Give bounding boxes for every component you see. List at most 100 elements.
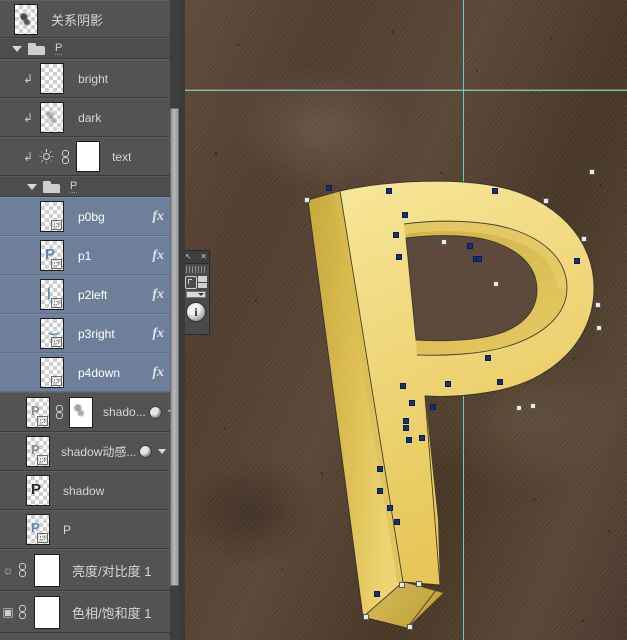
- mini-panel-tools[interactable]: [183, 274, 209, 289]
- layer-row[interactable]: ↲ text: [0, 137, 185, 176]
- layer-row[interactable]: P shadow: [0, 471, 185, 510]
- layer-name[interactable]: shado...: [103, 405, 146, 419]
- path-anchor[interactable]: [441, 239, 447, 245]
- group-name[interactable]: P: [70, 180, 77, 193]
- fx-badge[interactable]: fx: [152, 365, 164, 381]
- layer-name[interactable]: p1: [78, 249, 91, 263]
- path-anchor[interactable]: [377, 466, 383, 472]
- disclosure-triangle-icon[interactable]: [12, 46, 22, 52]
- layer-row[interactable]: P P: [0, 510, 185, 549]
- path-anchor[interactable]: [402, 212, 408, 218]
- layer-row[interactable]: | p2left fx: [0, 275, 185, 314]
- layer-row[interactable]: ☼ 亮度/对比度 1: [0, 549, 185, 591]
- layer-mask-thumbnail[interactable]: [76, 141, 100, 172]
- path-anchor[interactable]: [407, 624, 413, 630]
- layer-thumbnail[interactable]: [40, 357, 64, 388]
- layer-row[interactable]: P shadow动感...: [0, 432, 185, 471]
- layer-mask-thumbnail[interactable]: [34, 596, 60, 629]
- layer-name[interactable]: text: [112, 150, 131, 164]
- layer-name[interactable]: p4down: [78, 366, 120, 380]
- layer-name[interactable]: bright: [78, 72, 108, 86]
- path-anchor[interactable]: [476, 256, 482, 262]
- layer-name[interactable]: p2left: [78, 288, 107, 302]
- layer-row[interactable]: p4down fx: [0, 353, 185, 392]
- path-anchor[interactable]: [485, 355, 491, 361]
- path-anchor[interactable]: [497, 379, 503, 385]
- layer-thumbnail[interactable]: ‿: [40, 318, 64, 349]
- fx-badge[interactable]: fx: [152, 287, 164, 303]
- layer-name[interactable]: p3right: [78, 327, 115, 341]
- path-anchor[interactable]: [386, 188, 392, 194]
- info-icon[interactable]: i: [186, 302, 206, 322]
- layer-name[interactable]: p0bg: [78, 210, 105, 224]
- path-anchor[interactable]: [543, 198, 549, 204]
- layer-thumbnail[interactable]: [14, 4, 38, 35]
- path-anchor[interactable]: [393, 232, 399, 238]
- path-anchor[interactable]: [574, 258, 580, 264]
- layer-name[interactable]: shadow: [63, 484, 104, 498]
- layer-thumbnail[interactable]: [40, 63, 64, 94]
- path-anchor[interactable]: [403, 425, 409, 431]
- 3d-cube-icon[interactable]: [185, 276, 197, 289]
- layer-name[interactable]: 亮度/对比度 1: [72, 561, 151, 580]
- layer-row[interactable]: ↲ bright: [0, 59, 185, 98]
- preset-dropdown[interactable]: [186, 291, 206, 298]
- floating-mini-panel[interactable]: ↖ ✕ i: [182, 250, 210, 335]
- layers-scrollbar-thumb[interactable]: [170, 108, 179, 586]
- layer-mask-thumbnail[interactable]: [34, 554, 60, 587]
- layer-thumbnail[interactable]: [40, 102, 64, 133]
- path-anchor[interactable]: [430, 404, 436, 410]
- layer-name[interactable]: shadow动感...: [61, 443, 136, 460]
- layer-row[interactable]: P shado...: [0, 392, 185, 432]
- path-anchor[interactable]: [403, 418, 409, 424]
- layer-mask-thumbnail[interactable]: [69, 397, 93, 428]
- adjustment-icon[interactable]: ▣: [0, 606, 16, 618]
- fx-badge[interactable]: fx: [152, 248, 164, 264]
- path-anchor[interactable]: [396, 254, 402, 260]
- letter-p-artwork[interactable]: [185, 0, 627, 640]
- layer-name[interactable]: dark: [78, 111, 101, 125]
- chevron-down-icon[interactable]: [158, 449, 166, 454]
- path-anchor[interactable]: [387, 505, 393, 511]
- path-anchor[interactable]: [530, 403, 536, 409]
- path-anchor[interactable]: [589, 169, 595, 175]
- layer-thumbnail[interactable]: P: [40, 240, 64, 271]
- layer-name[interactable]: 关系阴影: [51, 10, 103, 29]
- path-anchor[interactable]: [445, 381, 451, 387]
- layer-row[interactable]: P p1 fx: [0, 236, 185, 275]
- path-anchor[interactable]: [377, 488, 383, 494]
- mini-panel-grip[interactable]: [186, 266, 206, 273]
- path-anchor[interactable]: [400, 383, 406, 389]
- layer-group-row[interactable]: P: [0, 38, 185, 59]
- path-anchor[interactable]: [467, 243, 473, 249]
- path-anchor[interactable]: [595, 302, 601, 308]
- layer-row[interactable]: p0bg fx: [0, 197, 185, 236]
- disclosure-triangle-icon[interactable]: [27, 184, 37, 190]
- fx-badge[interactable]: fx: [152, 326, 164, 342]
- path-anchor[interactable]: [492, 188, 498, 194]
- smart-filter-icon[interactable]: [149, 406, 162, 419]
- layer-thumbnail[interactable]: P: [26, 436, 50, 467]
- path-anchor[interactable]: [416, 581, 422, 587]
- path-anchor[interactable]: [596, 325, 602, 331]
- layer-thumbnail[interactable]: |: [40, 279, 64, 310]
- path-anchor[interactable]: [399, 582, 405, 588]
- layer-thumbnail[interactable]: P: [26, 514, 50, 545]
- move-icon[interactable]: ↖: [185, 253, 192, 261]
- adjustment-icon[interactable]: ☼: [0, 564, 16, 576]
- path-anchor[interactable]: [374, 591, 380, 597]
- layer-name[interactable]: P: [63, 523, 71, 537]
- layer-thumbnail[interactable]: P: [26, 397, 50, 428]
- path-anchor[interactable]: [581, 236, 587, 242]
- layer-row[interactable]: 关系阴影: [0, 0, 185, 38]
- layer-group-row[interactable]: P: [0, 176, 185, 197]
- path-anchor[interactable]: [419, 435, 425, 441]
- layer-thumbnail[interactable]: P: [26, 475, 50, 506]
- layer-row[interactable]: ↲ dark: [0, 98, 185, 137]
- path-anchor[interactable]: [406, 437, 412, 443]
- panels-icon[interactable]: [198, 276, 207, 288]
- link-icon[interactable]: [54, 405, 65, 419]
- mini-panel-titlebar[interactable]: ↖ ✕: [183, 251, 209, 264]
- link-icon[interactable]: [17, 563, 28, 577]
- document-canvas[interactable]: [185, 0, 627, 640]
